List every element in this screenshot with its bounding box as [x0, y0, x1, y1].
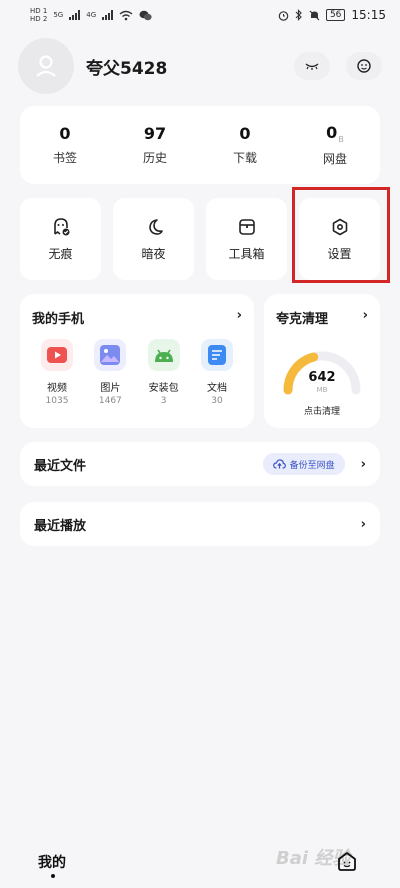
face-icon — [357, 59, 371, 73]
tool-label: 工具箱 — [228, 246, 265, 261]
mute-icon — [309, 10, 320, 20]
chevron-right-icon: › — [362, 308, 368, 323]
tool-night-mode[interactable]: 暗夜 — [113, 198, 194, 280]
moon-icon — [148, 218, 163, 235]
phone-item-name: 视频 — [47, 383, 67, 394]
phone-item-count: 3 — [160, 396, 167, 406]
video-icon — [41, 339, 73, 371]
gauge-value: 642 — [308, 370, 336, 385]
tab-mine[interactable]: 我的 — [38, 852, 66, 872]
row-title: 最近播放 — [34, 518, 87, 534]
bottom-tab-bar: 我的 Bai 经验 — [0, 838, 400, 888]
active-tab-dot — [51, 874, 55, 878]
profile-header: 夸父5428 — [18, 36, 382, 96]
phone-item-name: 图片 — [100, 383, 121, 394]
stat-cloud-drive[interactable]: 0B 网盘 — [290, 106, 380, 184]
stat-label: 历史 — [142, 151, 167, 165]
user-icon — [36, 55, 56, 77]
assistant-button[interactable] — [346, 52, 382, 80]
cloud-upload-icon — [272, 459, 286, 469]
wechat-icon — [139, 10, 152, 20]
image-icon — [94, 339, 127, 371]
backup-label: 备份至网盘 — [289, 460, 335, 471]
gauge-unit: MB — [316, 386, 328, 394]
stats-card: 0 书签 97 历史 0 下载 0B 网盘 — [20, 106, 380, 184]
battery-indicator: 56 — [325, 9, 346, 21]
stat-value: 0 — [59, 124, 71, 143]
recent-files-row[interactable]: 最近文件 备份至网盘 › — [20, 442, 380, 486]
phone-item-images[interactable]: 图片 1467 — [87, 339, 133, 406]
network-type-1: 5G — [53, 11, 64, 19]
phone-item-video[interactable]: 视频 1035 — [34, 339, 80, 406]
bluetooth-icon — [295, 9, 302, 21]
phone-item-name: 文档 — [206, 383, 227, 394]
card-title: 夸克清理 — [276, 312, 329, 327]
document-icon — [200, 339, 233, 371]
recent-play-row[interactable]: 最近播放 › — [20, 502, 380, 546]
stat-value: 0B — [326, 122, 344, 145]
toolbox-icon — [238, 218, 255, 235]
highlight-box — [292, 187, 390, 283]
phone-item-count: 1035 — [45, 396, 69, 406]
card-title: 我的手机 — [32, 312, 85, 327]
stat-history[interactable]: 97 历史 — [110, 106, 200, 184]
chevron-right-icon: › — [360, 456, 366, 472]
home-icon[interactable] — [336, 850, 358, 872]
status-bar: HD 1 HD 2 5G 4G 56 15:15 — [0, 0, 400, 30]
phone-item-documents[interactable]: 文档 30 — [194, 339, 240, 406]
stat-label: 下载 — [232, 151, 257, 165]
alarm-icon — [278, 10, 289, 21]
tool-label: 暗夜 — [141, 246, 166, 261]
avatar[interactable] — [18, 38, 74, 94]
phone-item-count: 30 — [211, 396, 223, 406]
stat-downloads[interactable]: 0 下载 — [200, 106, 290, 184]
signal-icon-2 — [102, 10, 114, 20]
my-phone-card[interactable]: 我的手机 › 视频 1035 图片 1467 安装包 3 文档 30 — [20, 294, 254, 428]
phone-item-name: 安装包 — [148, 383, 179, 394]
row-title: 最近文件 — [34, 458, 87, 474]
hide-button[interactable] — [294, 52, 330, 80]
chevron-right-icon: › — [236, 308, 242, 323]
eye-closed-icon — [305, 63, 319, 70]
stat-unit: B — [338, 135, 344, 145]
clock: 15:15 — [351, 8, 386, 22]
cleaner-card[interactable]: 夸克清理 › 642 MB 点击清理 — [264, 294, 380, 428]
chevron-right-icon: › — [360, 516, 366, 532]
phone-item-count: 1467 — [98, 396, 122, 406]
tool-toolbox[interactable]: 工具箱 — [206, 198, 287, 280]
android-icon — [147, 339, 180, 371]
stat-label: 网盘 — [322, 152, 347, 167]
stat-value: 0 — [239, 124, 251, 143]
clean-action[interactable]: 点击清理 — [264, 404, 380, 417]
tool-label: 无痕 — [48, 246, 73, 261]
signal-icon — [69, 10, 81, 20]
stat-label: 书签 — [52, 151, 77, 165]
ghost-icon — [53, 217, 69, 235]
stat-value: 97 — [143, 124, 167, 143]
stat-bookmarks[interactable]: 0 书签 — [20, 106, 110, 184]
network-type-2: 4G — [86, 11, 97, 19]
username[interactable]: 夸父5428 — [86, 54, 167, 79]
backup-to-cloud-button[interactable]: 备份至网盘 — [262, 453, 345, 475]
wifi-icon — [119, 10, 133, 20]
sim-indicator: HD 1 HD 2 — [30, 7, 48, 23]
phone-item-apk[interactable]: 安装包 3 — [141, 339, 187, 406]
tool-incognito[interactable]: 无痕 — [20, 198, 101, 280]
